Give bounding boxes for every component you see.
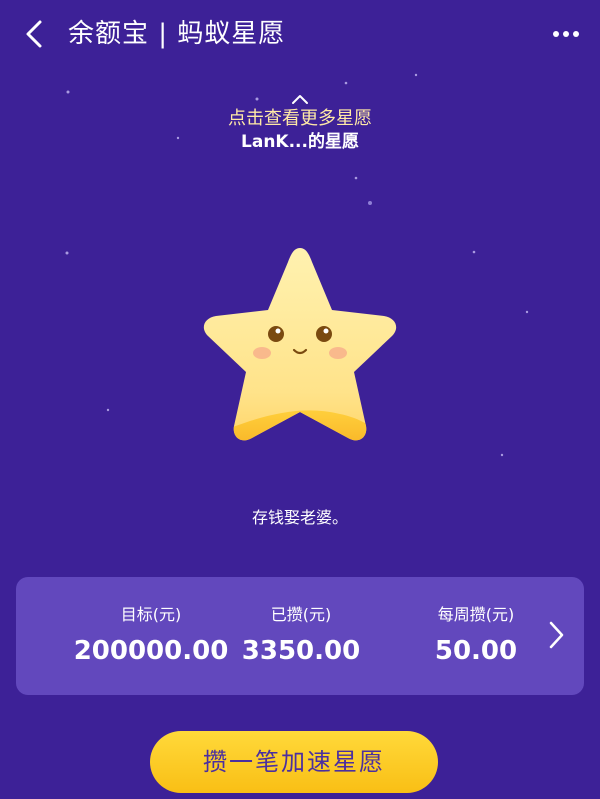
page-title: 余额宝 | 蚂蚁星愿 [68, 19, 286, 49]
stat-weekly: 每周攒(元) 50.00 [391, 603, 561, 667]
back-button[interactable] [14, 14, 54, 54]
more-wishes-hint[interactable]: 点击查看更多星愿 LanK...的星愿 [150, 92, 450, 154]
header: 余额宝 | 蚂蚁星愿 [0, 0, 600, 68]
more-dots-icon [553, 31, 579, 37]
wish-description: 存钱娶老婆。 [251, 508, 348, 527]
stats-card: 目标(元) 200000.00 已攒(元) 3350.00 每周攒(元) 50.… [16, 577, 584, 695]
more-wishes-text: 点击查看更多星愿 [228, 108, 372, 129]
chevron-right-icon [549, 621, 564, 649]
save-accelerate-button[interactable]: 攒一笔加速星愿 [150, 731, 438, 793]
chevron-left-icon [26, 20, 42, 48]
stat-weekly-label: 每周攒(元) [437, 605, 515, 624]
stat-saved: 已攒(元) 3350.00 [216, 603, 386, 667]
stat-saved-label: 已攒(元) [270, 605, 332, 624]
stat-target-label: 目标(元) [120, 605, 182, 624]
stat-weekly-value: 50.00 [434, 636, 518, 666]
stat-target: 目标(元) 200000.00 [66, 603, 236, 667]
wish-owner: LanK...的星愿 [241, 132, 359, 152]
stat-target-value: 200000.00 [73, 636, 229, 666]
stats-detail-button[interactable] [542, 617, 570, 653]
stat-saved-value: 3350.00 [241, 636, 361, 666]
chevron-up-icon [292, 95, 308, 104]
star-mascot-icon[interactable] [190, 236, 410, 456]
more-button[interactable] [546, 14, 586, 54]
